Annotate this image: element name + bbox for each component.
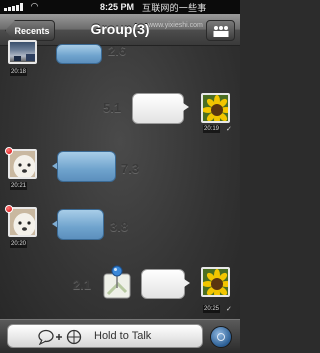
emoji-icon (66, 329, 82, 345)
speech-bubble-icon (38, 329, 54, 345)
voice-message-bubble[interactable] (57, 209, 104, 240)
dog-image (10, 151, 35, 177)
avatar[interactable] (201, 93, 230, 123)
back-button[interactable]: Recents (5, 20, 55, 41)
location-attachment[interactable] (100, 264, 134, 300)
watermark-text: 互联网的一些事 (142, 3, 207, 13)
watermark-url: www.yixieshi.com (148, 22, 203, 29)
message-row: 20:21 7.3 (0, 146, 240, 196)
keyboard-toggle-icon (217, 333, 225, 341)
sunflower-image (203, 269, 228, 295)
message-row: 2.1 20:25 ✓ (0, 262, 240, 318)
voice-message-bubble[interactable] (57, 151, 116, 182)
voice-duration: 5.1 (103, 100, 122, 115)
avatar[interactable] (201, 267, 230, 297)
group-members-button[interactable] (206, 20, 235, 41)
message-time: 20:25 (203, 305, 221, 313)
message-row: 20:20 3.8 (0, 203, 240, 253)
voice-message-bubble[interactable] (132, 93, 184, 124)
avatar[interactable] (8, 207, 37, 237)
status-time: 8:25 PM (100, 2, 135, 12)
message-time: 20:21 (10, 182, 28, 190)
avatar[interactable] (8, 149, 37, 179)
avatar[interactable] (8, 40, 37, 64)
dog-image (10, 209, 35, 235)
message-time: 20:20 (10, 240, 28, 248)
message-row: 20:18 2.6 (0, 40, 240, 80)
talk-icons (38, 329, 82, 345)
input-bar: Hold to Talk (0, 319, 240, 353)
hold-to-talk-button[interactable]: Hold to Talk (7, 324, 203, 348)
message-time: 20:18 (10, 68, 28, 76)
talk-label: Hold to Talk (94, 330, 152, 342)
voice-duration: 2.1 (73, 277, 92, 292)
sent-check-icon: ✓ (226, 126, 232, 133)
wifi-icon: ◠ (31, 1, 38, 11)
plus-icon (56, 334, 62, 340)
bubble-tail (183, 103, 189, 111)
message-row: 5.1 20:19 ✓ (0, 90, 240, 136)
status-bar: ◠ 8:25 PM 互联网的一些事 (0, 0, 240, 14)
voice-message-bubble[interactable] (141, 269, 185, 299)
sent-check-icon: ✓ (226, 306, 232, 313)
voice-duration: 3.8 (110, 219, 129, 234)
signal-strength-icon (4, 3, 28, 11)
group-icon (213, 26, 229, 37)
bubble-tail (184, 279, 190, 287)
unread-badge (5, 205, 13, 213)
message-time: 20:19 (203, 125, 221, 133)
sunflower-image (203, 95, 228, 121)
chat-screen: ◠ 8:25 PM 互联网的一些事 www.yixieshi.com Recen… (0, 0, 240, 353)
location-pin-icon (103, 265, 131, 299)
unread-badge (5, 147, 13, 155)
voice-message-bubble[interactable] (56, 44, 102, 64)
voice-duration: 2.6 (108, 43, 127, 58)
keyboard-toggle-button[interactable] (210, 326, 232, 348)
voice-duration: 7.3 (121, 161, 140, 176)
